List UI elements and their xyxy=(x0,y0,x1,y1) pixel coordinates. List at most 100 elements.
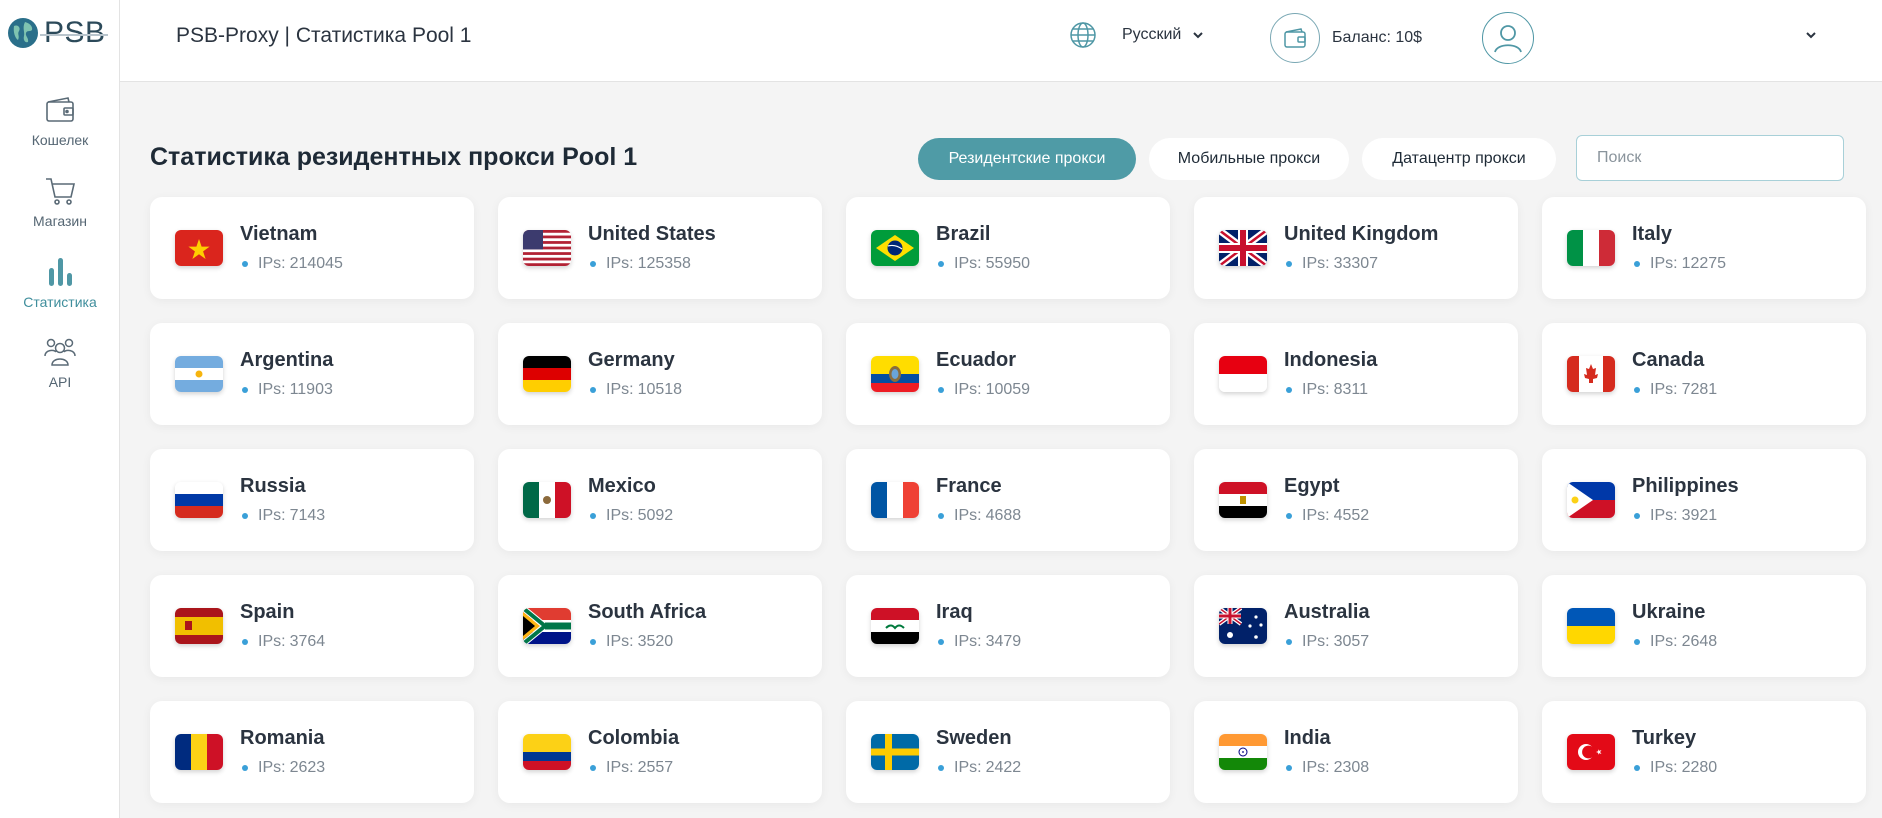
sidebar-item-label: Магазин xyxy=(32,213,87,229)
bullet-dot xyxy=(1634,765,1640,771)
country-card-br[interactable]: Brazil IPs: 55950 xyxy=(846,197,1170,299)
flag-it-icon xyxy=(1567,230,1615,266)
bullet-dot xyxy=(590,513,596,519)
ips-count: IPs: 3520 xyxy=(588,633,673,651)
country-card-gb[interactable]: United Kingdom IPs: 33307 xyxy=(1194,197,1518,299)
country-card-co[interactable]: Colombia IPs: 2557 xyxy=(498,701,822,803)
flag-ar-icon xyxy=(175,356,223,392)
ips-label: IPs: xyxy=(954,381,982,398)
country-card-mx[interactable]: Mexico IPs: 5092 xyxy=(498,449,822,551)
country-card-au[interactable]: Australia IPs: 3057 xyxy=(1194,575,1518,677)
country-card-ar[interactable]: Argentina IPs: 11903 xyxy=(150,323,474,425)
ips-count: IPs: 214045 xyxy=(240,255,343,273)
country-card-tr[interactable]: Turkey IPs: 2280 xyxy=(1542,701,1866,803)
ips-value: 2557 xyxy=(637,759,674,776)
sidebar-item-statistics[interactable]: Статистика xyxy=(0,254,120,310)
ips-label: IPs: xyxy=(258,381,286,398)
ips-value: 125358 xyxy=(637,255,691,272)
bullet-dot xyxy=(1286,765,1292,771)
country-card-za[interactable]: South Africa IPs: 3520 xyxy=(498,575,822,677)
country-name: Russia xyxy=(240,475,306,497)
sidebar-item-wallet[interactable]: Кошелек xyxy=(0,92,120,148)
sidebar-item-shop[interactable]: Магазин xyxy=(0,173,120,229)
logo[interactable]: PSB xyxy=(6,16,106,50)
ips-label: IPs: xyxy=(1302,759,1330,776)
flag-ru-icon xyxy=(175,482,223,518)
flag-fr-icon xyxy=(871,482,919,518)
user-menu-chevron-down-icon[interactable] xyxy=(1804,28,1818,42)
ips-label: IPs: xyxy=(1302,633,1330,650)
bullet-dot xyxy=(938,513,944,519)
country-name: Philippines xyxy=(1632,475,1739,497)
ips-value: 2648 xyxy=(1681,633,1718,650)
country-name: France xyxy=(936,475,1002,497)
flag-tr-icon xyxy=(1567,734,1615,770)
ips-label: IPs: xyxy=(954,759,982,776)
country-card-iq[interactable]: Iraq IPs: 3479 xyxy=(846,575,1170,677)
chevron-down-icon xyxy=(1193,32,1204,39)
flag-id-icon xyxy=(1219,356,1267,392)
country-card-es[interactable]: Spain IPs: 3764 xyxy=(150,575,474,677)
ips-count: IPs: 12275 xyxy=(1632,255,1726,273)
tab-residential-proxies[interactable]: Резидентские прокси xyxy=(918,138,1136,180)
sidebar-item-api[interactable]: API xyxy=(0,334,120,390)
tab-datacenter-proxies[interactable]: Датацентр прокси xyxy=(1362,138,1556,180)
flag-se-icon xyxy=(871,734,919,770)
logo-tagline xyxy=(40,34,108,36)
ips-count: IPs: 55950 xyxy=(936,255,1030,273)
ips-label: IPs: xyxy=(1650,759,1678,776)
section-heading: Статистика резидентных прокси Pool 1 xyxy=(150,143,638,171)
ips-value: 8311 xyxy=(1333,381,1368,398)
ips-value: 10059 xyxy=(985,381,1031,398)
search-input[interactable] xyxy=(1576,135,1844,181)
country-card-vn[interactable]: Vietnam IPs: 214045 xyxy=(150,197,474,299)
user-avatar[interactable] xyxy=(1482,12,1534,64)
ips-count: IPs: 4552 xyxy=(1284,507,1369,525)
sidebar-item-label: Статистика xyxy=(23,294,97,310)
flag-eg-icon xyxy=(1219,482,1267,518)
country-card-in[interactable]: India IPs: 2308 xyxy=(1194,701,1518,803)
country-card-de[interactable]: Germany IPs: 10518 xyxy=(498,323,822,425)
ips-label: IPs: xyxy=(954,255,982,272)
country-card-ca[interactable]: Canada IPs: 7281 xyxy=(1542,323,1866,425)
bullet-dot xyxy=(590,639,596,645)
country-card-fr[interactable]: France IPs: 4688 xyxy=(846,449,1170,551)
bar-chart-icon xyxy=(49,258,72,286)
country-card-ec[interactable]: Ecuador IPs: 10059 xyxy=(846,323,1170,425)
tab-mobile-proxies[interactable]: Мобильные прокси xyxy=(1149,138,1349,180)
country-card-ro[interactable]: Romania IPs: 2623 xyxy=(150,701,474,803)
country-name: Argentina xyxy=(240,349,334,371)
country-card-eg[interactable]: Egypt IPs: 4552 xyxy=(1194,449,1518,551)
ips-value: 11903 xyxy=(289,381,333,398)
ips-value: 7143 xyxy=(289,507,326,524)
country-card-se[interactable]: Sweden IPs: 2422 xyxy=(846,701,1170,803)
country-name: India xyxy=(1284,727,1331,749)
flag-ph-icon xyxy=(1567,482,1615,518)
ips-count: IPs: 2557 xyxy=(588,759,673,777)
flag-au-icon xyxy=(1219,608,1267,644)
cart-icon xyxy=(46,178,76,205)
bullet-dot xyxy=(938,639,944,645)
ips-count: IPs: 3921 xyxy=(1632,507,1717,525)
balance-widget[interactable]: Баланс: 10$ xyxy=(1270,13,1422,63)
ips-label: IPs: xyxy=(258,633,286,650)
flag-co-icon xyxy=(523,734,571,770)
country-card-ua[interactable]: Ukraine IPs: 2648 xyxy=(1542,575,1866,677)
country-card-us[interactable]: United States IPs: 125358 xyxy=(498,197,822,299)
country-card-ph[interactable]: Philippines IPs: 3921 xyxy=(1542,449,1866,551)
country-name: Egypt xyxy=(1284,475,1340,497)
bullet-dot xyxy=(1634,387,1640,393)
ips-label: IPs: xyxy=(606,255,634,272)
ips-count: IPs: 2422 xyxy=(936,759,1021,777)
ips-label: IPs: xyxy=(1650,255,1678,272)
country-card-ru[interactable]: Russia IPs: 7143 xyxy=(150,449,474,551)
page-title: PSB-Proxy | Статистика Pool 1 xyxy=(176,24,472,47)
ips-label: IPs: xyxy=(954,507,982,524)
country-card-id[interactable]: Indonesia IPs: 8311 xyxy=(1194,323,1518,425)
bullet-dot xyxy=(1286,387,1292,393)
country-card-it[interactable]: Italy IPs: 12275 xyxy=(1542,197,1866,299)
bullet-dot xyxy=(1634,261,1640,267)
language-selector[interactable]: Русский xyxy=(1068,20,1205,50)
bullet-dot xyxy=(242,261,248,267)
top-bar: PSB-Proxy | Статистика Pool 1 Русский Ба… xyxy=(120,0,1882,82)
